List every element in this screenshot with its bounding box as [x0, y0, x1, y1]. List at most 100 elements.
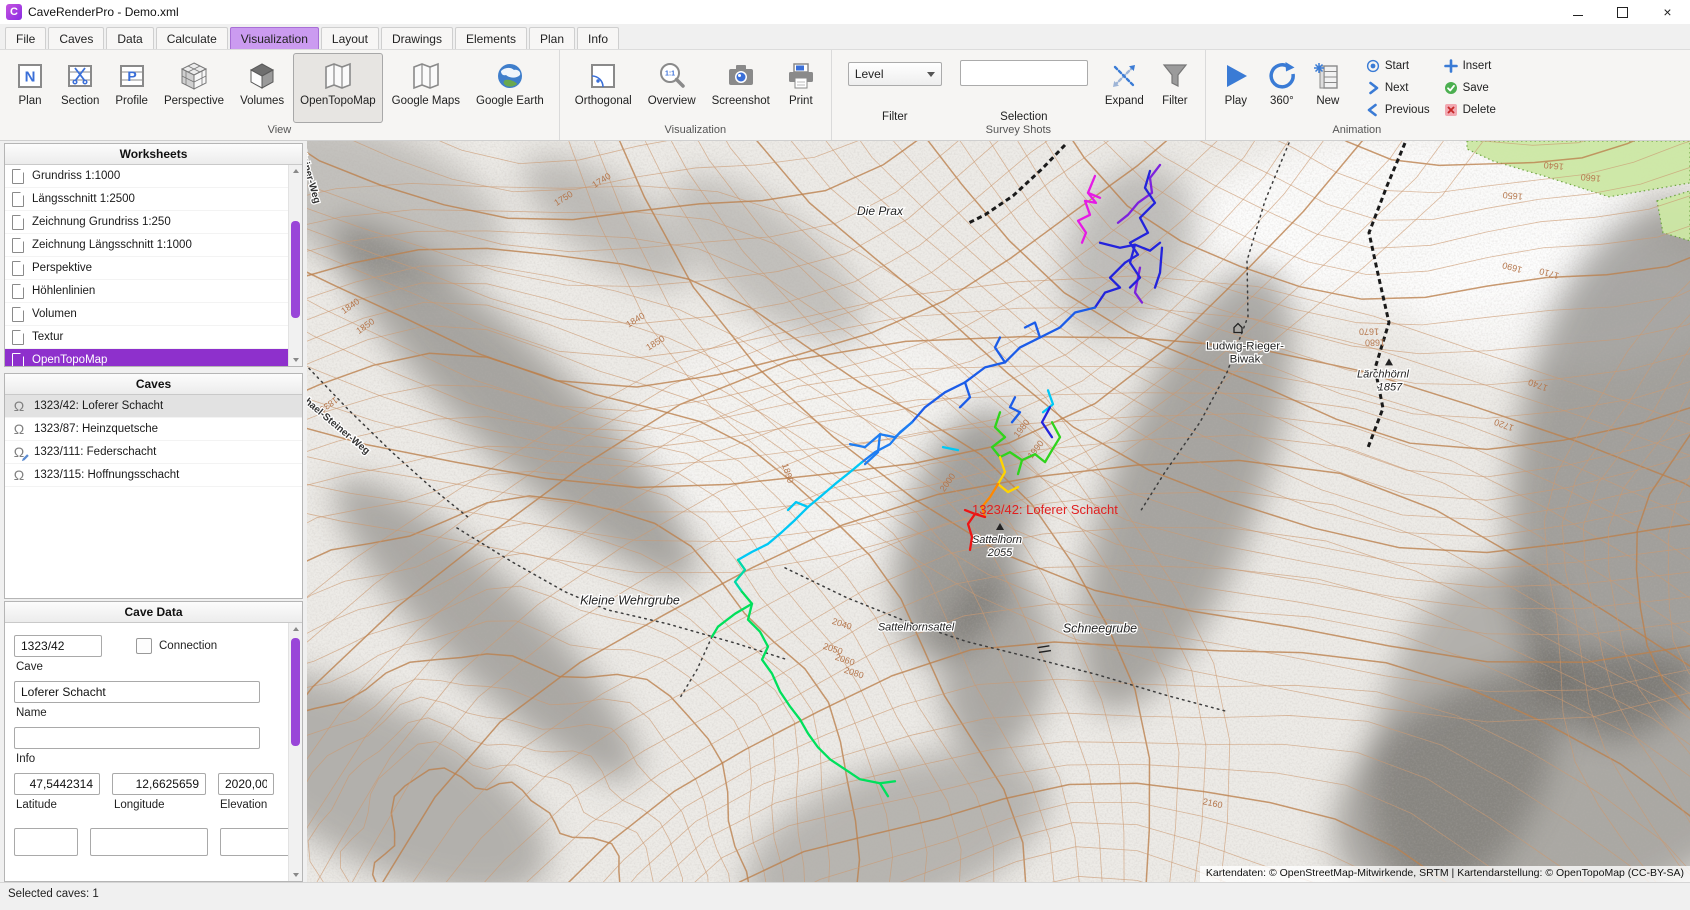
- perspective-button[interactable]: Perspective: [157, 53, 231, 123]
- save-button[interactable]: Save: [1444, 77, 1496, 99]
- worksheets-scrollbar-thumb[interactable]: [291, 221, 300, 317]
- expand-button[interactable]: Expand: [1098, 53, 1151, 123]
- profile-button[interactable]: PProfile: [108, 53, 155, 123]
- tab-elements[interactable]: Elements: [455, 27, 527, 49]
- scroll-up-icon[interactable]: [289, 165, 302, 177]
- worksheet-item[interactable]: Längsschnitt 1:2500: [5, 188, 302, 211]
- tab-drawings[interactable]: Drawings: [381, 27, 453, 49]
- googleearth-button[interactable]: Google Earth: [469, 53, 551, 123]
- cave-data-partial-field[interactable]: [90, 828, 208, 856]
- insert-button[interactable]: Insert: [1444, 55, 1496, 77]
- cave-data-partial-field[interactable]: [14, 828, 78, 856]
- worksheet-item[interactable]: Volumen: [5, 303, 302, 326]
- map-canvas[interactable]: 1750174018401850183018401850189019801990…: [307, 141, 1690, 882]
- cave-item-label: 1323/42: Loferer Schacht: [34, 400, 163, 412]
- tab-visualization[interactable]: Visualization: [230, 27, 319, 49]
- cave-id-input[interactable]: [14, 635, 102, 657]
- rotate360-button[interactable]: 360°: [1260, 53, 1304, 123]
- ribbon-group-label: View: [0, 123, 559, 140]
- svg-text:1650: 1650: [1502, 190, 1523, 202]
- newanim-icon: [1313, 61, 1343, 91]
- connection-checkbox[interactable]: [136, 638, 152, 654]
- cave-item[interactable]: Ω1323/111: Federschacht: [5, 441, 302, 464]
- cave-data-scrollbar-thumb[interactable]: [291, 638, 300, 746]
- worksheet-item-label: Perspektive: [32, 262, 92, 274]
- orthogonal-button[interactable]: Orthogonal: [568, 53, 639, 123]
- save-icon: [1444, 81, 1458, 95]
- ribbon-group-animation: Play360°New Start Next Previous Insert Save De…: [1205, 50, 1508, 140]
- svg-text:Lärchhörnl: Lärchhörnl: [1357, 368, 1409, 380]
- cave-data-partial-row: [14, 828, 289, 856]
- button-label: Save: [1463, 82, 1489, 94]
- button-label: Plan: [18, 95, 41, 107]
- worksheet-item[interactable]: Zeichnung Längsschnitt 1:1000: [5, 234, 302, 257]
- section-button[interactable]: Section: [54, 53, 106, 123]
- minimize-button[interactable]: [1555, 0, 1600, 24]
- tab-info[interactable]: Info: [577, 27, 619, 49]
- googleearth-icon: [495, 61, 525, 91]
- cave-data-scrollbar[interactable]: [288, 623, 302, 881]
- print-button[interactable]: Print: [779, 53, 823, 123]
- ribbon: N Plan SectionPProfilePerspectiveVolumesOp…: [0, 50, 1690, 141]
- delete-icon: [1444, 103, 1458, 117]
- scroll-down-icon[interactable]: [289, 869, 302, 881]
- cave-data-partial-field[interactable]: [220, 828, 289, 856]
- tab-file[interactable]: File: [5, 27, 46, 49]
- scroll-down-icon[interactable]: [289, 354, 302, 366]
- elevation-input[interactable]: [218, 773, 274, 795]
- previous-icon: [1366, 103, 1380, 117]
- screenshot-button[interactable]: Screenshot: [705, 53, 777, 123]
- next-button[interactable]: Next: [1366, 77, 1430, 99]
- worksheet-item[interactable]: Perspektive: [5, 257, 302, 280]
- overview-button[interactable]: 1:1Overview: [641, 53, 703, 123]
- googlemaps-button[interactable]: Google Maps: [385, 53, 467, 123]
- opentopomap-button[interactable]: OpenTopoMap: [293, 53, 382, 123]
- funnel-button[interactable]: Filter: [1153, 53, 1197, 123]
- svg-text:N: N: [25, 69, 36, 86]
- worksheet-page-icon: [12, 238, 24, 253]
- worksheets-panel: Worksheets Grundriss 1:1000Längsschnitt …: [4, 143, 303, 367]
- cave-item[interactable]: Ω1323/115: Hoffnungsschacht: [5, 464, 302, 487]
- tab-layout[interactable]: Layout: [321, 27, 379, 49]
- cave-data-panel-title: Cave Data: [5, 602, 302, 623]
- worksheet-item[interactable]: Höhlenlinien: [5, 280, 302, 303]
- latitude-input[interactable]: [14, 773, 100, 795]
- newanim-button[interactable]: New: [1306, 53, 1350, 123]
- chevron-down-icon: [927, 72, 935, 81]
- cave-item[interactable]: Ω1323/42: Loferer Schacht: [5, 395, 302, 418]
- delete-button[interactable]: Delete: [1444, 99, 1496, 121]
- previous-button[interactable]: Previous: [1366, 99, 1430, 121]
- opentopomap-view[interactable]: 1750174018401850183018401850189019801990…: [307, 141, 1690, 882]
- plan-button[interactable]: N Plan: [8, 53, 52, 123]
- selection-input[interactable]: [960, 60, 1088, 86]
- worksheet-item[interactable]: Grundriss 1:1000: [5, 165, 302, 188]
- cave-name-input[interactable]: [14, 681, 260, 703]
- app-window: C CaveRenderPro - Demo.xml × FileCavesDa…: [0, 0, 1690, 910]
- worksheet-item[interactable]: Textur: [5, 326, 302, 349]
- ribbon-group-label: Survey Shots: [832, 123, 1205, 140]
- cave-omega-icon: Ω: [12, 421, 26, 437]
- cave-item[interactable]: Ω1323/87: Heinzquetsche: [5, 418, 302, 441]
- worksheets-scrollbar[interactable]: [288, 165, 302, 366]
- svg-text:1857: 1857: [1378, 381, 1403, 393]
- filter-dropdown[interactable]: Level: [848, 62, 942, 86]
- close-button[interactable]: ×: [1645, 0, 1690, 24]
- tab-caves[interactable]: Caves: [48, 27, 104, 49]
- start-button[interactable]: Start: [1366, 55, 1430, 77]
- svg-text:Sattelhornsattel: Sattelhornsattel: [878, 622, 955, 634]
- cave-info-input[interactable]: [14, 727, 260, 749]
- worksheet-item[interactable]: OpenTopoMap: [5, 349, 302, 366]
- volumes-button[interactable]: Volumes: [233, 53, 291, 123]
- maximize-button[interactable]: [1600, 0, 1645, 24]
- worksheet-item[interactable]: Zeichnung Grundriss 1:250: [5, 211, 302, 234]
- tab-calculate[interactable]: Calculate: [156, 27, 228, 49]
- tab-data[interactable]: Data: [106, 27, 153, 49]
- app-logo-icon: C: [6, 4, 22, 20]
- play-button[interactable]: Play: [1214, 53, 1258, 123]
- button-label: Next: [1385, 82, 1409, 94]
- caves-panel-title: Caves: [5, 374, 302, 395]
- tab-plan[interactable]: Plan: [529, 27, 575, 49]
- googlemaps-icon: [411, 61, 441, 91]
- longitude-input[interactable]: [112, 773, 206, 795]
- scroll-up-icon[interactable]: [289, 623, 302, 635]
